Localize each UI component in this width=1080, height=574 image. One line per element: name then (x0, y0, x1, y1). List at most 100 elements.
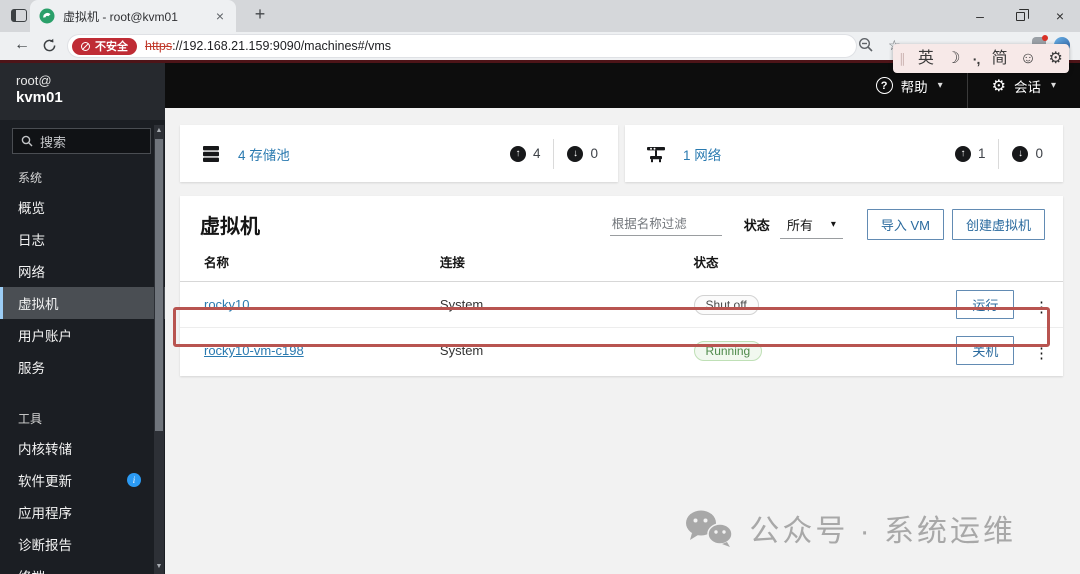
status-badge: Shut off (693, 294, 759, 315)
chevron-down-icon: ▾ (937, 80, 943, 91)
close-button[interactable]: × (1040, 0, 1080, 32)
down-arrow-icon: ↓ (567, 145, 584, 162)
tab-actions-icon[interactable] (11, 9, 27, 22)
scroll-down-icon[interactable]: ▼ (154, 561, 164, 573)
ime-language-toggle[interactable]: 英 (918, 50, 934, 67)
up-arrow-icon: ↑ (509, 145, 526, 162)
watermark: 公众号 · 系统运维 (682, 506, 1016, 550)
vm-table: 名称 连接 状态 rocky10 System Shut off 运行 ⋮ ro… (180, 249, 1063, 373)
refresh-icon[interactable] (42, 38, 57, 53)
summary-cards-row: 4 存储池 ↑ 4 ↓ 0 1 网络 ↑ 1 ↓ 0 (180, 125, 1063, 182)
sidebar-item-overview[interactable]: 概览 (0, 191, 165, 223)
browser-tab-strip: 虚拟机 - root@kvm01 × + – × (0, 0, 1080, 32)
search-placeholder: 搜索 (40, 134, 67, 150)
sidebar-item-virtual-machines[interactable]: 虚拟机 (0, 287, 165, 319)
ime-emoji-icon[interactable]: ☺ (1020, 50, 1036, 67)
host-user: root@ (16, 73, 52, 88)
vm-panel-header: 虚拟机 状态 所有 ▾ 导入 VM 创建虚拟机 (180, 196, 1063, 249)
sidebar-item-label: 用户账户 (18, 329, 72, 344)
sidebar-item-logs[interactable]: 日志 (0, 223, 165, 255)
sidebar-item-terminal[interactable]: 终端 (0, 560, 165, 574)
tab-close-icon[interactable]: × (213, 8, 227, 24)
url-rest: ://192.168.21.159:9090/machines#/vms (172, 39, 392, 53)
not-secure-icon (81, 41, 90, 51)
run-vm-button[interactable]: 运行 (956, 290, 1015, 319)
zoom-out-icon[interactable] (858, 37, 874, 53)
chevron-down-icon: ▾ (1050, 80, 1056, 91)
sidebar-item-accounts[interactable]: 用户账户 (0, 319, 165, 351)
create-vm-button[interactable]: 创建虚拟机 (951, 209, 1045, 240)
ime-fullhalf-moon-icon[interactable]: ☽ (946, 50, 960, 67)
search-icon (21, 135, 33, 147)
storage-pools-link[interactable]: 4 存储池 (238, 144, 290, 164)
sidebar-item-services[interactable]: 服务 (0, 351, 165, 383)
browser-tab[interactable]: 虚拟机 - root@kvm01 × (30, 0, 236, 32)
new-tab-button[interactable]: + (248, 4, 272, 25)
ime-drag-handle[interactable]: ∥ (899, 52, 906, 65)
url-text: https://192.168.21.159:9090/machines#/vm… (145, 39, 391, 53)
sidebar-scrollbar[interactable]: ▲ ▼ (154, 125, 164, 574)
sidebar-item-software-updates[interactable]: 软件更新 i (0, 464, 165, 496)
vm-name-link[interactable]: rocky10-vm-c198 (204, 343, 304, 358)
window-controls: – × (960, 0, 1080, 32)
cockpit-app: root@ kvm01 搜索 系统 概览 日志 网络 虚拟机 用户账户 服务 工… (0, 60, 1080, 574)
cockpit-favicon (39, 8, 55, 24)
table-row: rocky10-vm-c198 System Running 关机 ⋮ (180, 327, 1063, 373)
state-filter-label: 状态 (743, 218, 770, 233)
sidebar-item-networking[interactable]: 网络 (0, 255, 165, 287)
divider (998, 138, 1000, 169)
back-icon[interactable]: ← (14, 36, 30, 54)
sidebar-item-label: 概览 (18, 201, 45, 216)
ime-punctuation-toggle[interactable]: ·, (973, 52, 981, 66)
column-header-state: 状态 (693, 249, 957, 282)
column-header-actions (956, 249, 1063, 282)
updates-available-badge: i (127, 473, 141, 487)
inactive-count: 0 (1035, 146, 1043, 161)
scroll-up-icon[interactable]: ▲ (154, 125, 164, 137)
sidebar-item-applications[interactable]: 应用程序 (0, 496, 165, 528)
restore-button[interactable] (1000, 0, 1040, 32)
divider (553, 138, 555, 169)
sidebar-search-input[interactable]: 搜索 (12, 128, 151, 154)
sidebar-item-label: 诊断报告 (18, 538, 72, 553)
security-label: 不安全 (95, 41, 128, 53)
sidebar-item-label: 服务 (18, 361, 45, 376)
state-filter-value: 所有 (786, 217, 813, 233)
kebab-menu-icon[interactable]: ⋮ (1034, 298, 1049, 316)
sidebar-item-label: 内核转储 (18, 442, 72, 457)
restore-icon (1015, 8, 1029, 21)
sidebar-item-label: 网络 (18, 265, 45, 280)
host-switcher[interactable]: root@ kvm01 (0, 63, 165, 120)
network-counts: ↑ 1 ↓ 0 (954, 138, 1043, 169)
name-filter-input[interactable] (609, 213, 722, 236)
main-content: 4 存储池 ↑ 4 ↓ 0 1 网络 ↑ 1 ↓ 0 虚拟机 根据名称过滤 状态… (165, 108, 1080, 574)
active-count: 4 (532, 146, 541, 161)
network-icon (647, 146, 665, 162)
import-vm-button[interactable]: 导入 VM (866, 209, 944, 240)
host-name: kvm01 (16, 89, 63, 106)
vm-name-link[interactable]: rocky10 (204, 297, 250, 312)
networks-link[interactable]: 1 网络 (683, 144, 721, 164)
ime-settings-icon[interactable]: ⚙ (1049, 50, 1063, 67)
virtual-machines-panel: 虚拟机 状态 所有 ▾ 导入 VM 创建虚拟机 名称 连接 状态 (180, 196, 1063, 376)
vm-connection: System (439, 343, 484, 358)
url-scheme: https (145, 39, 173, 53)
kebab-menu-icon[interactable]: ⋮ (1034, 344, 1049, 362)
minimize-button[interactable]: – (960, 0, 1000, 32)
scrollbar-thumb[interactable] (155, 139, 163, 431)
state-filter-select[interactable]: 所有 ▾ (779, 211, 843, 239)
chevron-down-icon: ▾ (830, 218, 836, 230)
sidebar-item-diagnostic-reports[interactable]: 诊断报告 (0, 528, 165, 560)
column-header-name: 名称 (180, 249, 440, 282)
shutdown-vm-button[interactable]: 关机 (956, 336, 1015, 365)
wechat-icon (686, 510, 734, 547)
storage-icon (203, 145, 219, 162)
security-badge[interactable]: 不安全 (72, 37, 137, 55)
nav-heading-tools: 工具 (18, 412, 43, 426)
sidebar-item-kdump[interactable]: 内核转储 (0, 432, 165, 464)
column-header-connection: 连接 (439, 249, 694, 282)
address-bar[interactable]: 不安全 https://192.168.21.159:9090/machines… (68, 35, 856, 57)
ime-simplified-toggle[interactable]: 简 (992, 50, 1008, 67)
vm-connection: System (439, 297, 484, 312)
active-count: 1 (977, 146, 986, 161)
